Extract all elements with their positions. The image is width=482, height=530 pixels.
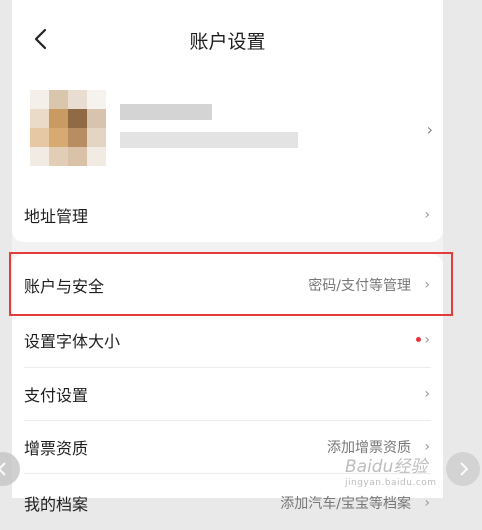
row-value: 添加汽车/宝宝等档案 — [280, 496, 411, 512]
chevron-right-icon: › — [424, 332, 430, 348]
account-info-blurred — [120, 132, 298, 148]
username-blurred — [120, 104, 212, 120]
chevron-right-icon: › — [426, 120, 433, 139]
phone-screen: 账户设置 › 地址管理 › 账户与安全 密码/支付等管理 › 设置字体大小 › … — [12, 0, 443, 514]
watermark-url: jingyan.baidu.com — [345, 478, 437, 488]
chevron-right-icon: › — [424, 277, 430, 293]
chevron-left-icon — [0, 462, 6, 476]
watermark-brand: Baidu经验 — [345, 457, 428, 477]
chevron-right-icon: › — [424, 386, 430, 402]
avatar — [30, 90, 106, 166]
row-label: 设置字体大小 — [24, 332, 121, 351]
chevron-right-icon — [460, 462, 469, 476]
profile-card[interactable]: › — [12, 76, 443, 186]
row-payment-settings[interactable]: 支付设置 › — [12, 367, 443, 421]
row-account-security[interactable]: 账户与安全 密码/支付等管理 › — [12, 258, 443, 312]
row-label: 我的档案 — [24, 495, 89, 514]
row-label: 地址管理 — [24, 207, 89, 226]
notification-dot — [416, 337, 421, 342]
row-font-size[interactable]: 设置字体大小 › — [12, 313, 443, 367]
row-value: 密码/支付等管理 — [308, 278, 411, 294]
chevron-right-icon: › — [424, 207, 430, 223]
chevron-right-icon: › — [424, 495, 430, 511]
row-label: 账户与安全 — [24, 277, 105, 296]
top-navigation-bar: 账户设置 — [12, 0, 443, 76]
baidu-watermark: Baidu经验 jingyan.baidu.com — [345, 452, 455, 492]
row-address-management[interactable]: 地址管理 › — [12, 188, 443, 242]
page-title: 账户设置 — [189, 31, 266, 53]
row-label: 支付设置 — [24, 386, 89, 405]
address-card: 地址管理 › — [12, 186, 443, 242]
row-label: 增票资质 — [24, 439, 89, 458]
